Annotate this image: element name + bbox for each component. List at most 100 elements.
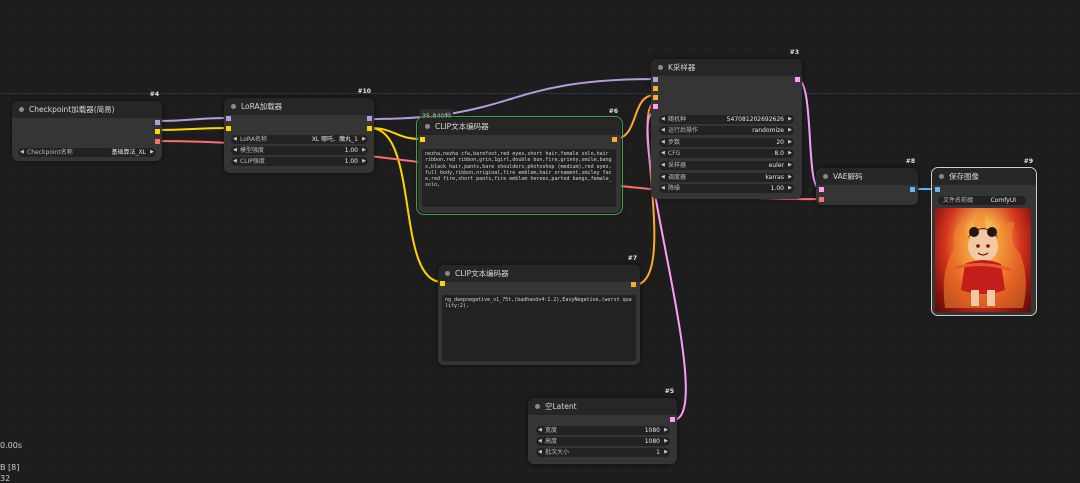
arrow-left-icon[interactable]: ◀ bbox=[233, 157, 237, 166]
node-title: K采样器 bbox=[668, 63, 696, 72]
status-line-a: B [8] bbox=[0, 463, 20, 472]
widget-label: 降噪 bbox=[668, 185, 681, 192]
arrow-right-icon[interactable]: ▶ bbox=[362, 135, 366, 144]
widget-label: 调度器 bbox=[668, 174, 687, 181]
node-empty-latent[interactable]: #5 空Latent ◀ 宽度 1080 ▶ ◀ 高度 1080 ▶ ◀ 批次大小 1 ▶ bbox=[528, 388, 677, 464]
widget-checkpoint-name[interactable]: ◀ Checkpoint名称 基础算法_XL ▶ bbox=[18, 148, 156, 157]
widget-label: 宽度 bbox=[545, 427, 558, 434]
arrow-right-icon[interactable]: ▶ bbox=[788, 184, 792, 193]
arrow-right-icon[interactable]: ▶ bbox=[150, 148, 154, 157]
output-socket-vae[interactable] bbox=[155, 139, 160, 144]
widget-height[interactable]: ◀ 高度 1080 ▶ bbox=[536, 437, 670, 446]
widget-cfg[interactable]: ◀ CFG 8.0 ▶ bbox=[659, 149, 794, 158]
arrow-right-icon[interactable]: ▶ bbox=[788, 161, 792, 170]
arrow-left-icon[interactable]: ◀ bbox=[233, 135, 237, 144]
arrow-left-icon[interactable]: ◀ bbox=[661, 115, 665, 124]
node-clip-text-encode-positive[interactable]: #6 CLIP文本编码器 nezha,nezha cfw,barefoot,re… bbox=[416, 108, 623, 215]
input-socket-clip[interactable] bbox=[420, 137, 425, 142]
arrow-left-icon[interactable]: ◀ bbox=[661, 184, 665, 193]
arrow-right-icon[interactable]: ▶ bbox=[664, 437, 668, 446]
arrow-right-icon[interactable]: ▶ bbox=[664, 426, 668, 435]
node-lora-loader[interactable]: #10 LoRA加载器 ◀ LoRA名称 XL 哪吒、魔丸_1 ▶ ◀ 模型强度… bbox=[224, 88, 374, 173]
input-socket-images[interactable] bbox=[935, 187, 940, 192]
widget-width[interactable]: ◀ 宽度 1080 ▶ bbox=[536, 426, 670, 435]
output-socket-conditioning[interactable] bbox=[612, 137, 617, 142]
widget-label: 文件名前缀 bbox=[943, 197, 974, 204]
prompt-textarea[interactable]: nezha,nezha cfw,barefoot,red eyes,short … bbox=[422, 149, 616, 207]
collapse-dot-icon[interactable] bbox=[445, 271, 450, 276]
node-title: CLIP文本编码器 bbox=[435, 122, 489, 131]
widget-label: 采样器 bbox=[668, 162, 687, 169]
input-socket-vae[interactable] bbox=[819, 197, 824, 202]
widget-scheduler[interactable]: ◀ 调度器 karras ▶ bbox=[659, 173, 794, 182]
widget-steps[interactable]: ◀ 步数 20 ▶ bbox=[659, 138, 794, 147]
input-socket-model[interactable] bbox=[226, 116, 231, 121]
node-id: #8 bbox=[905, 158, 915, 165]
output-socket-image[interactable] bbox=[910, 187, 915, 192]
arrow-left-icon[interactable]: ◀ bbox=[661, 149, 665, 158]
widget-value: 8.0 bbox=[774, 150, 784, 157]
node-title: CLIP文本编码器 bbox=[455, 269, 509, 278]
output-socket-conditioning[interactable] bbox=[631, 282, 636, 287]
node-save-image[interactable]: #9 保存图像 文件名前缀 ComfyUI bbox=[931, 158, 1037, 316]
output-socket-model[interactable] bbox=[155, 120, 160, 125]
widget-value: 1.00 bbox=[344, 158, 358, 165]
widget-sampler[interactable]: ◀ 采样器 euler ▶ bbox=[659, 161, 794, 170]
arrow-right-icon[interactable]: ▶ bbox=[788, 173, 792, 182]
arrow-right-icon[interactable]: ▶ bbox=[362, 146, 366, 155]
prompt-textarea[interactable]: ng_deepnegative_v1_75t,(badhandv4:1.2),E… bbox=[442, 295, 636, 361]
node-vae-decode[interactable]: #8 VAE解码 bbox=[816, 158, 918, 205]
widget-clip-strength[interactable]: ◀ CLIP强度 1.00 ▶ bbox=[231, 157, 368, 166]
collapse-dot-icon[interactable] bbox=[19, 107, 24, 112]
collapse-dot-icon[interactable] bbox=[535, 404, 540, 409]
widget-denoise[interactable]: ◀ 降噪 1.00 ▶ bbox=[659, 184, 794, 193]
input-socket-positive[interactable] bbox=[653, 86, 658, 91]
arrow-left-icon[interactable]: ◀ bbox=[661, 161, 665, 170]
node-ksampler[interactable]: #3 K采样器 ◀ 随机种 547081202692626 ▶ ◀ 运行后操作 rando… bbox=[651, 49, 802, 199]
widget-batch-size[interactable]: ◀ 批次大小 1 ▶ bbox=[536, 448, 670, 457]
node-clip-text-encode-negative[interactable]: #7 CLIP文本编码器 ng_deepnegative_v1_75t,(bad… bbox=[438, 255, 640, 365]
arrow-left-icon[interactable]: ◀ bbox=[538, 437, 542, 446]
arrow-right-icon[interactable]: ▶ bbox=[788, 126, 792, 135]
input-socket-negative[interactable] bbox=[653, 95, 658, 100]
widget-filename-prefix[interactable]: 文件名前缀 ComfyUI bbox=[938, 196, 1026, 205]
node-id: #6 bbox=[608, 108, 618, 115]
widget-seed[interactable]: ◀ 随机种 547081202692626 ▶ bbox=[659, 115, 794, 124]
widget-label: 高度 bbox=[545, 438, 558, 445]
arrow-right-icon[interactable]: ▶ bbox=[788, 149, 792, 158]
node-id: #5 bbox=[664, 388, 674, 395]
arrow-left-icon[interactable]: ◀ bbox=[538, 426, 542, 435]
output-socket-clip[interactable] bbox=[367, 126, 372, 131]
collapse-dot-icon[interactable] bbox=[658, 65, 663, 70]
input-socket-latent[interactable] bbox=[653, 104, 658, 109]
input-socket-model[interactable] bbox=[653, 77, 658, 82]
output-socket-clip[interactable] bbox=[155, 129, 160, 134]
collapse-dot-icon[interactable] bbox=[231, 104, 236, 109]
collapse-dot-icon[interactable] bbox=[939, 174, 944, 179]
arrow-left-icon[interactable]: ◀ bbox=[20, 148, 24, 157]
input-socket-samples[interactable] bbox=[819, 187, 824, 192]
arrow-right-icon[interactable]: ▶ bbox=[362, 157, 366, 166]
collapse-dot-icon[interactable] bbox=[823, 174, 828, 179]
arrow-left-icon[interactable]: ◀ bbox=[661, 126, 665, 135]
node-checkpoint-loader[interactable]: #4 Checkpoint加载器(简易) ◀ Checkpoint名称 基础算法… bbox=[12, 91, 162, 161]
input-socket-clip[interactable] bbox=[226, 126, 231, 131]
collapse-dot-icon[interactable] bbox=[425, 124, 430, 129]
arrow-left-icon[interactable]: ◀ bbox=[233, 146, 237, 155]
widget-value: 1080 bbox=[644, 427, 660, 434]
widget-lora-name[interactable]: ◀ LoRA名称 XL 哪吒、魔丸_1 ▶ bbox=[231, 135, 368, 144]
arrow-left-icon[interactable]: ◀ bbox=[661, 138, 665, 147]
arrow-right-icon[interactable]: ▶ bbox=[788, 138, 792, 147]
arrow-left-icon[interactable]: ◀ bbox=[661, 173, 665, 182]
output-socket-latent[interactable] bbox=[795, 77, 800, 82]
arrow-right-icon[interactable]: ▶ bbox=[788, 115, 792, 124]
widget-label: 步数 bbox=[668, 139, 681, 146]
output-socket-model[interactable] bbox=[367, 116, 372, 121]
output-image-preview[interactable] bbox=[935, 208, 1031, 312]
input-socket-clip[interactable] bbox=[440, 281, 445, 286]
arrow-left-icon[interactable]: ◀ bbox=[538, 448, 542, 457]
arrow-right-icon[interactable]: ▶ bbox=[664, 448, 668, 457]
widget-model-strength[interactable]: ◀ 模型强度 1.00 ▶ bbox=[231, 146, 368, 155]
output-socket-latent[interactable] bbox=[670, 417, 675, 422]
widget-control-after-generate[interactable]: ◀ 运行后操作 randomize ▶ bbox=[659, 126, 794, 135]
